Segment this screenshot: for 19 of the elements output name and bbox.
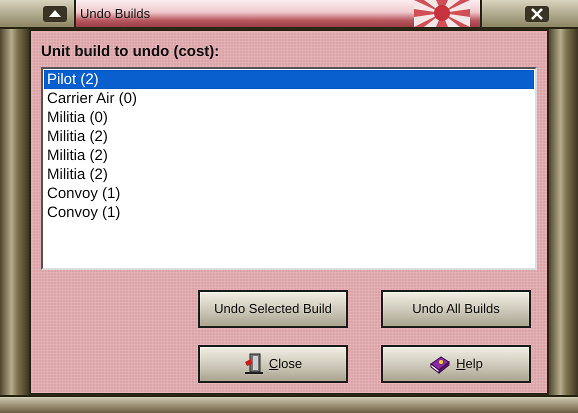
list-item[interactable]: Pilot (2)	[44, 70, 534, 88]
close-icon[interactable]	[524, 4, 550, 22]
undo-button[interactable]: Undo All Builds	[381, 290, 531, 328]
list-item[interactable]: Carrier Air (0)	[44, 88, 534, 108]
list-item[interactable]: Militia (0)	[44, 108, 534, 126]
undo-button[interactable]: Undo Selected Build	[198, 290, 348, 328]
minimize-icon[interactable]	[42, 4, 68, 22]
help-button[interactable]: Help	[381, 344, 531, 382]
list-item[interactable]: Militia (2)	[44, 126, 534, 146]
list-item[interactable]: Militia (2)	[44, 146, 534, 164]
list-item[interactable]: Militia (2)	[44, 164, 534, 184]
flag-icon	[414, 0, 470, 27]
list-item[interactable]: Convoy (1)	[44, 184, 534, 202]
close-button[interactable]: Close	[198, 344, 348, 382]
door-icon	[244, 352, 264, 374]
list-item[interactable]: Convoy (1)	[44, 202, 534, 222]
window-title: Undo Builds	[80, 4, 150, 23]
book-icon	[429, 354, 452, 374]
list-heading: Unit build to undo (cost):	[41, 42, 220, 62]
